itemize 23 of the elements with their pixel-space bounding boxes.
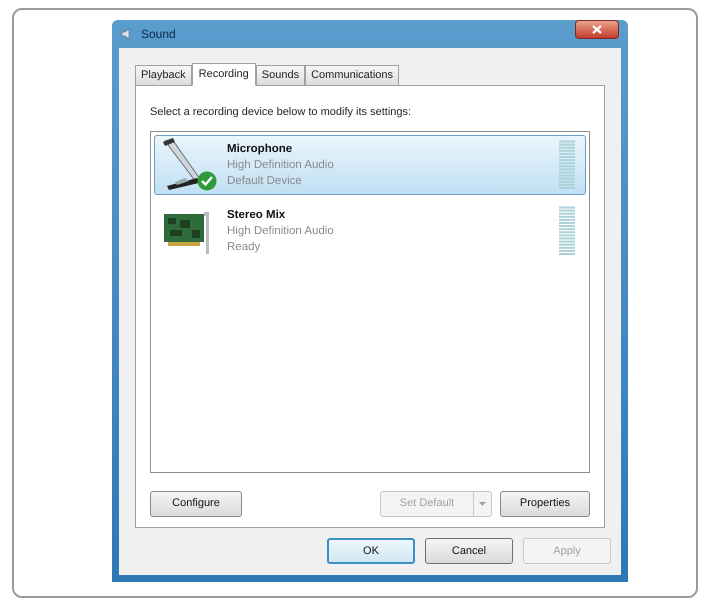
- device-status: Ready: [227, 240, 262, 254]
- tab[interactable]: Sounds: [256, 65, 306, 85]
- instruction-text: Select a recording device below to modify its settings:: [150, 105, 412, 120]
- tab[interactable]: Playback: [135, 65, 192, 85]
- close-button[interactable]: [575, 20, 619, 39]
- device-name: Microphone: [227, 142, 294, 156]
- level-meter: [559, 206, 575, 256]
- device-driver: High Definition Audio: [227, 158, 334, 172]
- device-button[interactable]: Properties: [500, 490, 590, 516]
- device-row[interactable]: Stereo Mix High Definition Audio Ready: [154, 200, 586, 260]
- device-button[interactable]: Configure: [150, 490, 242, 516]
- dropdown-arrow-icon: [479, 502, 486, 506]
- device-driver: High Definition Audio: [227, 224, 334, 238]
- tab[interactable]: Recording: [192, 63, 256, 86]
- dialog-button[interactable]: Cancel: [425, 538, 513, 564]
- level-meter: [559, 140, 575, 190]
- window-title: Sound: [141, 26, 176, 43]
- device-status: Default Device: [227, 174, 303, 188]
- device-row[interactable]: Microphone High Definition Audio Default Device: [154, 134, 586, 194]
- dialog-button[interactable]: OK: [327, 538, 415, 564]
- tab[interactable]: Communications: [305, 65, 400, 85]
- close-icon: [592, 25, 602, 34]
- device-name: Stereo Mix: [227, 208, 286, 222]
